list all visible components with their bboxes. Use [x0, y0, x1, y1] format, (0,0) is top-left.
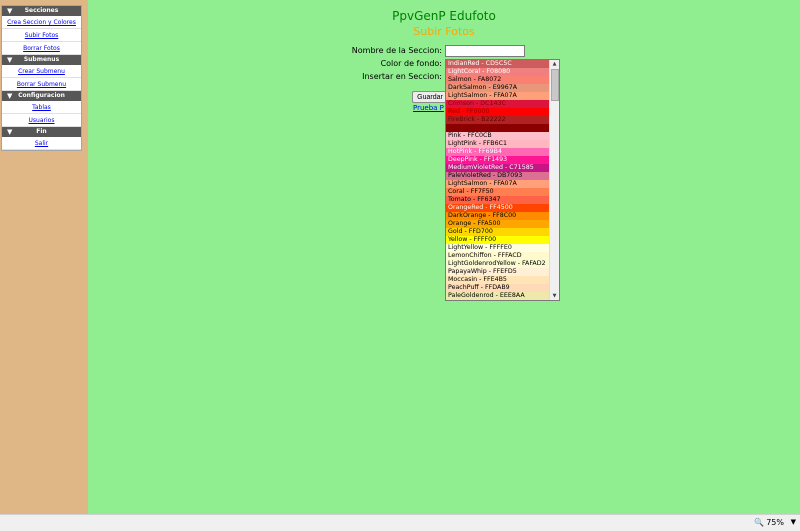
collapse-triangle-icon[interactable]: ▼ [7, 55, 12, 65]
collapse-triangle-icon[interactable]: ▼ [7, 127, 12, 137]
color-option[interactable]: Moccasin - FFE4B5 [446, 276, 549, 284]
color-option[interactable]: Salmon - FA8072 [446, 76, 549, 84]
color-options: IndianRed - CD5C5C LightCoral - F08080 Sal… [446, 60, 549, 300]
status-bar: 🔍 75% ▼ [0, 514, 800, 531]
menu-header-label: Configuracion [18, 92, 65, 99]
sidebar-item-crear-submenu: Crear Submenu [2, 65, 81, 78]
sidebar-link[interactable]: Usuarios [29, 117, 55, 124]
color-option[interactable]: DarkSalmon - E9967A [446, 84, 549, 92]
color-option[interactable]: LightPink - FFB6C1 [446, 140, 549, 148]
collapse-triangle-icon[interactable]: ▼ [7, 6, 12, 16]
scroll-down-icon[interactable]: ▼ [550, 292, 559, 300]
name-label: Nombre de la Seccion: [351, 46, 442, 55]
color-option[interactable]: Gold - FFD700 [446, 228, 549, 236]
color-option[interactable]: PaleGoldenrod - EEE8AA [446, 292, 549, 300]
zoom-control[interactable]: 🔍 75% [754, 518, 784, 527]
dropdown-scrollbar[interactable]: ▲ ▼ [549, 60, 559, 300]
save-button[interactable]: Guardar [412, 91, 448, 103]
color-option[interactable]: LightYellow - FFFFE0 [446, 244, 549, 252]
sidebar-item-tablas: Tablas [2, 101, 81, 114]
color-option[interactable]: LightSalmon - FFA07A [446, 92, 549, 100]
page-subtitle: Subir Fotos [413, 25, 475, 38]
sidebar-link[interactable]: Subir Fotos [25, 32, 59, 39]
color-option[interactable] [446, 124, 549, 132]
menu-header-submenus[interactable]: ▼ Submenus [2, 55, 81, 65]
sidebar-menu: ▼ Secciones Crea Seccion y Colores Subir … [1, 5, 82, 151]
scroll-up-icon[interactable]: ▲ [550, 60, 559, 68]
color-option[interactable]: Orange - FFA500 [446, 220, 549, 228]
sidebar-item-salir: Salir [2, 137, 81, 150]
sidebar-item-crea-seccion: Crea Seccion y Colores [2, 16, 81, 29]
sidebar-link[interactable]: Crear Submenu [18, 68, 65, 75]
left-pane: ▼ Secciones Crea Seccion y Colores Subir … [0, 0, 88, 514]
color-option[interactable]: MediumVioletRed - C71585 [446, 164, 549, 172]
color-option[interactable]: Yellow - FFFF00 [446, 236, 549, 244]
color-option[interactable]: HotPink - FF69B4 [446, 148, 549, 156]
color-option[interactable]: Tomato - FF6347 [446, 196, 549, 204]
sidebar-link[interactable]: Salir [35, 140, 48, 147]
sidebar-item-borrar-fotos: Borrar Fotos [2, 42, 81, 55]
menu-header-label: Submenus [23, 56, 60, 63]
menu-header-label: Fin [36, 128, 47, 135]
zoom-level: 75% [766, 518, 784, 527]
sidebar-item-subir-fotos: Subir Fotos [2, 29, 81, 42]
menu-header-label: Secciones [24, 7, 59, 14]
sidebar-link[interactable]: Crea Seccion y Colores [7, 19, 76, 26]
menu-header-configuracion[interactable]: ▼ Configuracion [2, 91, 81, 101]
scroll-thumb[interactable] [551, 69, 559, 101]
insert-label: Insertar en Seccion: [362, 72, 442, 81]
name-input[interactable] [445, 45, 525, 57]
color-option[interactable]: LightSalmon - FFA07A [446, 180, 549, 188]
menu-header-secciones[interactable]: ▼ Secciones [2, 6, 81, 16]
sidebar-item-usuarios: Usuarios [2, 114, 81, 127]
magnifier-icon: 🔍 [754, 518, 765, 527]
color-option[interactable]: LightGoldenrodYellow - FAFAD2 [446, 260, 549, 268]
menu-header-fin[interactable]: ▼ Fin [2, 127, 81, 137]
color-option[interactable]: FireBrick - B22222 [446, 116, 549, 124]
sidebar-item-borrar-submenu: Borrar Submenu [2, 78, 81, 91]
page-title: PpvGenP Edufoto [392, 9, 496, 23]
color-option[interactable]: Pink - FFC0CB [446, 132, 549, 140]
color-option[interactable]: Coral - FF7F50 [446, 188, 549, 196]
color-option[interactable]: OrangeRed - FF4500 [446, 204, 549, 212]
color-option[interactable]: Crimson - DC143C [446, 100, 549, 108]
sidebar-link[interactable]: Borrar Submenu [17, 81, 66, 88]
color-option[interactable]: DarkOrange - FF8C00 [446, 212, 549, 220]
color-option[interactable]: LemonChiffon - FFFACD [446, 252, 549, 260]
color-dropdown-list[interactable]: IndianRed - CD5C5C LightCoral - F08080 Sal… [445, 59, 560, 301]
main-content: PpvGenP Edufoto Subir Fotos Nombre de la… [88, 0, 800, 514]
color-option[interactable]: PeachPuff - FFDAB9 [446, 284, 549, 292]
prueba-link[interactable]: Prueba P [413, 104, 444, 112]
color-option[interactable]: LightCoral - F08080 [446, 68, 549, 76]
sidebar-link[interactable]: Tablas [32, 104, 51, 111]
color-option[interactable]: DeepPink - FF1493 [446, 156, 549, 164]
collapse-triangle-icon[interactable]: ▼ [7, 91, 12, 101]
sidebar-link[interactable]: Borrar Fotos [23, 45, 60, 52]
color-option[interactable]: IndianRed - CD5C5C [446, 60, 549, 68]
color-option[interactable]: PapayaWhip - FFEFD5 [446, 268, 549, 276]
color-label: Color de fondo: [380, 59, 442, 68]
color-option[interactable]: Red - FF0000 [446, 108, 549, 116]
chevron-down-icon[interactable]: ▼ [791, 518, 796, 526]
color-option[interactable]: PaleVioletRed - DB7093 [446, 172, 549, 180]
